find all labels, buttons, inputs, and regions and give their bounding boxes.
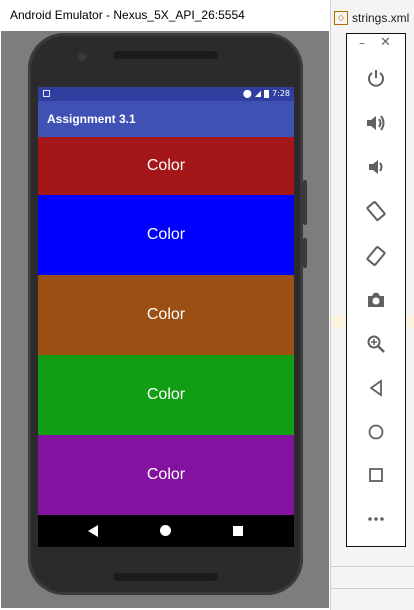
color-label: Color [146, 157, 186, 174]
volume-up-button[interactable] [347, 106, 405, 140]
color-row-purple[interactable]: Color [38, 435, 294, 515]
app-bar: Assignment 3.1 [38, 101, 294, 137]
color-label: Color [146, 306, 186, 323]
back-button[interactable] [347, 371, 405, 405]
color-row-red[interactable]: Color [38, 137, 294, 195]
phone-side-button [303, 180, 307, 225]
color-label: Color [146, 466, 186, 483]
ide-editor-tab[interactable]: ◇ strings.xml [330, 8, 414, 28]
home-icon [368, 424, 384, 440]
window-title: Android Emulator - Nexus_5X_API_26:5554 [0, 0, 330, 30]
more-button[interactable] [347, 502, 405, 536]
zoom-in-icon [367, 335, 385, 353]
color-row-blue[interactable]: Color [38, 195, 294, 275]
ide-divider [330, 566, 414, 567]
emulator-toolbar: – ✕ [346, 33, 406, 547]
color-row-green[interactable]: Color [38, 355, 294, 435]
close-icon[interactable]: ✕ [380, 35, 391, 50]
color-label: Color [146, 226, 186, 243]
color-row-brown[interactable]: Color [38, 275, 294, 355]
camera-icon [78, 53, 86, 61]
device-screen[interactable]: ⬤ ◢ 7:28 Assignment 3.1 Color Color Colo… [38, 87, 294, 547]
overview-icon [369, 468, 383, 482]
top-speaker [113, 51, 218, 59]
overview-button[interactable] [347, 458, 405, 492]
volume-down-button[interactable] [347, 150, 405, 184]
bottom-speaker [113, 573, 218, 581]
screenshot-button[interactable] [347, 283, 405, 317]
volume-down-icon [369, 160, 383, 174]
power-button[interactable] [347, 61, 405, 95]
power-icon [368, 70, 384, 87]
recents-icon[interactable] [233, 526, 243, 536]
rotate-right-icon [366, 246, 386, 266]
status-time: 7:28 [272, 89, 290, 98]
phone-side-button [303, 238, 307, 268]
rotate-left-button[interactable] [347, 194, 405, 228]
xml-file-icon: ◇ [334, 11, 348, 25]
zoom-button[interactable] [347, 327, 405, 361]
color-label: Color [146, 386, 186, 403]
home-button[interactable] [347, 415, 405, 449]
notification-icon [43, 90, 50, 97]
location-icon: ⬤ [242, 89, 252, 98]
status-icons: ⬤ ◢ 7:28 [243, 88, 290, 100]
battery-icon [264, 90, 270, 98]
status-bar: ⬤ ◢ 7:28 [38, 87, 294, 101]
volume-up-icon [367, 115, 385, 131]
navigation-bar [38, 515, 294, 547]
signal-icon: ◢ [254, 89, 262, 98]
ide-divider [330, 588, 414, 589]
more-icon [368, 517, 384, 521]
minimize-icon[interactable]: – [359, 36, 365, 50]
ide-tab-label: strings.xml [352, 11, 410, 25]
rotate-right-button[interactable] [347, 239, 405, 273]
back-icon[interactable] [88, 525, 98, 537]
home-icon[interactable] [160, 525, 171, 536]
back-icon [369, 379, 382, 397]
rotate-left-icon [366, 201, 386, 221]
camera-icon [368, 293, 384, 307]
app-title: Assignment 3.1 [47, 112, 136, 126]
